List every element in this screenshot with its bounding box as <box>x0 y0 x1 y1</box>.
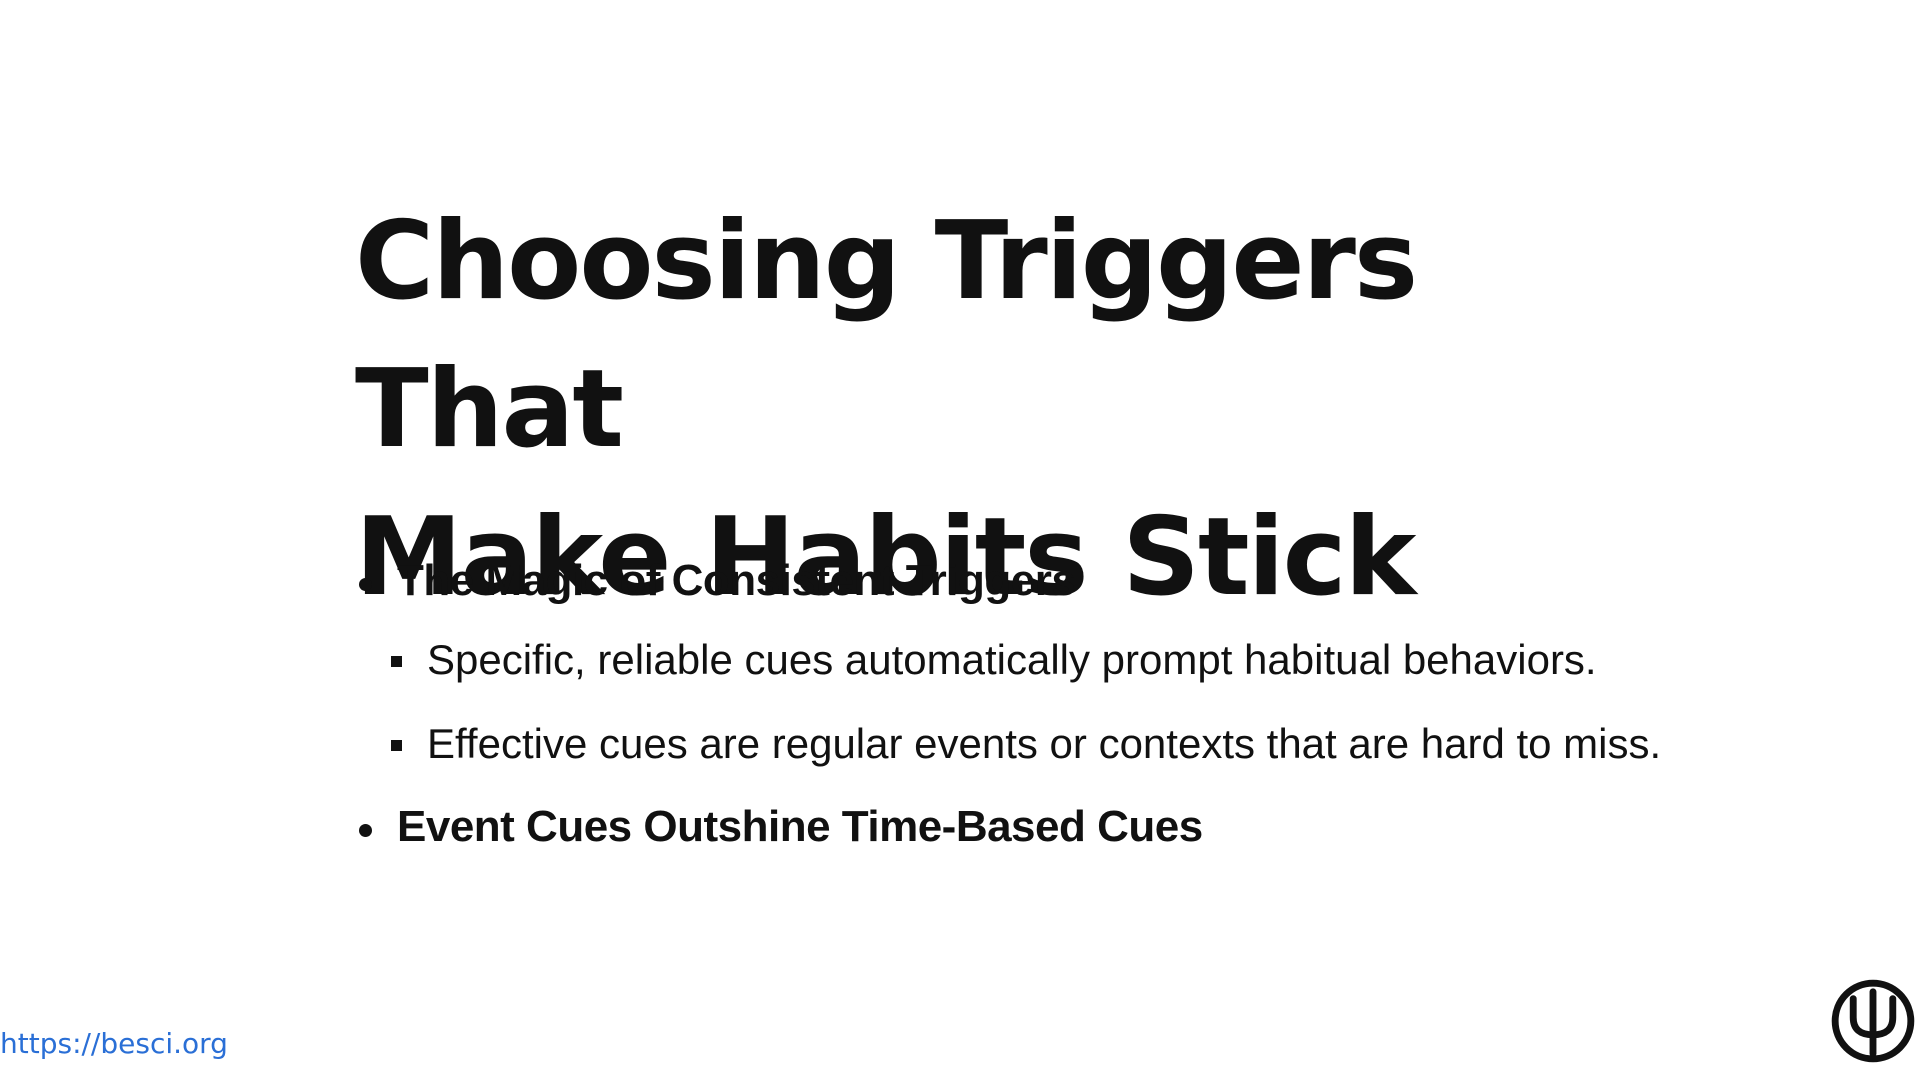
footer-url-link[interactable]: https://besci.org <box>0 1024 228 1064</box>
sub-bullet-item: Effective cues are regular events or con… <box>391 710 1687 778</box>
bullet-list: The Magic of Consistent Triggers Specifi… <box>355 548 1675 860</box>
sub-bullet-item: Specific, reliable cues automatically pr… <box>391 626 1687 694</box>
bullet-dot <box>359 578 372 591</box>
sub-bullet-list: Specific, reliable cues automatically pr… <box>391 626 1675 778</box>
bullet-dot <box>359 824 372 837</box>
bullet-heading: The Magic of Consistent Triggers <box>397 556 1076 605</box>
psi-logo-icon <box>1831 979 1915 1063</box>
bullet-item-consistent-triggers: The Magic of Consistent Triggers Specifi… <box>355 548 1675 778</box>
sub-bullet-text: Effective cues are regular events or con… <box>427 720 1662 767</box>
sub-bullet-square <box>391 656 402 667</box>
slide-title-line-1: Choosing Triggers That <box>355 199 1418 472</box>
bullet-heading: Event Cues Outshine Time-Based Cues <box>397 802 1203 851</box>
bullet-item-event-cues: Event Cues Outshine Time-Based Cues <box>355 794 1675 860</box>
sub-bullet-square <box>391 740 402 751</box>
slide: Choosing Triggers That Make Habits Stick… <box>0 0 1920 1080</box>
sub-bullet-text: Specific, reliable cues automatically pr… <box>427 636 1597 683</box>
